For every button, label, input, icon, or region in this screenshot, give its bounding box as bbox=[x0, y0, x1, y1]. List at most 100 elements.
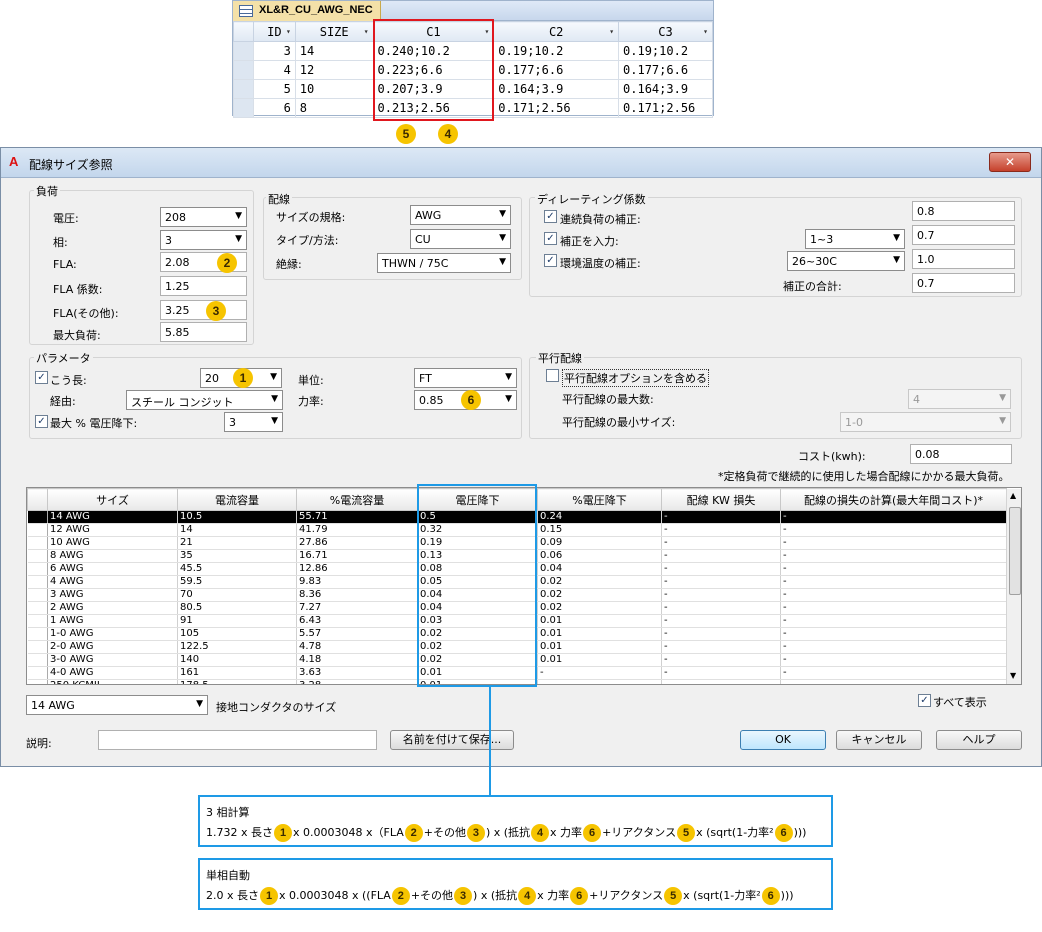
total-correction-field[interactable]: 0.7 bbox=[912, 273, 1015, 293]
chevron-down-icon[interactable]: ▾ bbox=[364, 27, 369, 36]
cell-ampacity[interactable]: 161 bbox=[177, 666, 297, 680]
scroll-thumb[interactable] bbox=[1009, 507, 1021, 595]
cell-loss-cost[interactable]: - bbox=[780, 640, 1007, 654]
cell-kw-loss[interactable]: - bbox=[661, 601, 781, 615]
route-select[interactable]: スチール コンジット ▼ bbox=[126, 390, 283, 410]
cell-kw-loss[interactable]: - bbox=[661, 640, 781, 654]
cell-c3[interactable]: 0.177;6.6 bbox=[618, 60, 713, 80]
cell-pct-vdrop[interactable]: 0.02 bbox=[537, 601, 662, 615]
cell-loss-cost[interactable]: - bbox=[780, 510, 1007, 524]
cell-c2[interactable]: 0.19;10.2 bbox=[493, 41, 620, 61]
grid-header-ampacity[interactable]: 電流容量 bbox=[177, 488, 297, 511]
cell-pct-vdrop[interactable]: - bbox=[537, 666, 662, 680]
cell-loss-cost[interactable]: - bbox=[780, 575, 1007, 589]
column-header-c3[interactable]: C3 ▾ bbox=[618, 21, 713, 42]
unit-select[interactable]: FT ▼ bbox=[414, 368, 517, 388]
cell-c3[interactable]: 0.164;3.9 bbox=[618, 79, 713, 99]
cell-pct-ampacity[interactable]: 8.36 bbox=[296, 588, 418, 602]
row-selector[interactable] bbox=[233, 60, 254, 80]
grid-header-pct-vdrop[interactable]: %電圧降下 bbox=[537, 488, 662, 511]
cell-kw-loss[interactable]: - bbox=[661, 536, 781, 550]
cancel-button[interactable]: キャンセル bbox=[836, 730, 922, 750]
chevron-down-icon[interactable]: ▾ bbox=[609, 27, 614, 36]
cell-pct-ampacity[interactable]: 4.78 bbox=[296, 640, 418, 654]
save-as-button[interactable]: 名前を付けて保存... bbox=[390, 730, 514, 750]
row-header[interactable] bbox=[27, 523, 48, 537]
ground-size-select[interactable]: 14 AWG ▼ bbox=[26, 695, 208, 715]
cell-pct-vdrop[interactable]: 0.01 bbox=[537, 614, 662, 628]
row-header[interactable] bbox=[27, 510, 48, 524]
help-button[interactable]: ヘルプ bbox=[936, 730, 1022, 750]
description-field[interactable] bbox=[98, 730, 377, 750]
cell-id[interactable]: 4 bbox=[252, 60, 296, 80]
cell-kw-loss[interactable] bbox=[661, 679, 781, 684]
cell-size[interactable]: 2 AWG bbox=[47, 601, 178, 615]
cell-kw-loss[interactable]: - bbox=[661, 653, 781, 667]
cell-size[interactable]: 4-0 AWG bbox=[47, 666, 178, 680]
cell-loss-cost[interactable]: - bbox=[780, 549, 1007, 563]
cell-pct-ampacity[interactable]: 3.63 bbox=[296, 666, 418, 680]
cell-size[interactable]: 8 AWG bbox=[47, 549, 178, 563]
cell-size[interactable]: 3 AWG bbox=[47, 588, 178, 602]
ok-button[interactable]: OK bbox=[740, 730, 826, 750]
cell-kw-loss[interactable]: - bbox=[661, 523, 781, 537]
cell-ampacity[interactable]: 21 bbox=[177, 536, 297, 550]
cell-ampacity[interactable]: 45.5 bbox=[177, 562, 297, 576]
grid-corner[interactable] bbox=[27, 488, 48, 511]
cell-size[interactable]: 8 bbox=[294, 98, 374, 118]
cell-size[interactable]: 10 bbox=[294, 79, 374, 99]
cell-ampacity[interactable]: 178.5 bbox=[177, 679, 297, 684]
grid-header-loss-cost[interactable]: 配線の損失の計算(最大年間コスト)* bbox=[780, 488, 1007, 511]
cell-loss-cost[interactable]: - bbox=[780, 614, 1007, 628]
grid-scrollbar[interactable]: ▲ ▼ bbox=[1006, 489, 1021, 684]
cell-loss-cost[interactable]: - bbox=[780, 523, 1007, 537]
cell-ampacity[interactable]: 70 bbox=[177, 588, 297, 602]
cell-pct-ampacity[interactable]: 12.86 bbox=[296, 562, 418, 576]
grid-header-pct-ampacity[interactable]: %電流容量 bbox=[296, 488, 418, 511]
cell-pct-vdrop[interactable]: 0.24 bbox=[537, 510, 662, 524]
cell-kw-loss[interactable]: - bbox=[661, 614, 781, 628]
cell-ampacity[interactable]: 14 bbox=[177, 523, 297, 537]
cell-pct-vdrop[interactable]: 0.04 bbox=[537, 562, 662, 576]
row-header[interactable] bbox=[27, 549, 48, 563]
cell-c2[interactable]: 0.177;6.6 bbox=[493, 60, 620, 80]
cell-loss-cost[interactable]: - bbox=[780, 601, 1007, 615]
insulation-select[interactable]: THWN / 75C ▼ bbox=[377, 253, 511, 273]
scroll-down-icon[interactable]: ▼ bbox=[1010, 671, 1016, 680]
cell-kw-loss[interactable]: - bbox=[661, 562, 781, 576]
cell-ampacity[interactable]: 91 bbox=[177, 614, 297, 628]
cell-ampacity[interactable]: 140 bbox=[177, 653, 297, 667]
cell-ampacity[interactable]: 35 bbox=[177, 549, 297, 563]
phase-select[interactable]: 3 ▼ bbox=[160, 230, 247, 250]
parallel-max-select[interactable]: 4 ▼ bbox=[908, 389, 1011, 409]
cell-pct-vdrop[interactable]: 0.09 bbox=[537, 536, 662, 550]
vdrop-checkbox[interactable]: ✓ bbox=[35, 415, 48, 428]
cell-c2[interactable]: 0.171;2.56 bbox=[493, 98, 620, 118]
row-header[interactable] bbox=[27, 627, 48, 641]
cell-loss-cost[interactable]: - bbox=[780, 536, 1007, 550]
grid-header-size[interactable]: サイズ bbox=[47, 488, 178, 511]
cell-pct-vdrop[interactable]: 0.01 bbox=[537, 640, 662, 654]
cell-pct-ampacity[interactable]: 5.57 bbox=[296, 627, 418, 641]
length-checkbox[interactable]: ✓ bbox=[35, 371, 48, 384]
cell-ampacity[interactable]: 80.5 bbox=[177, 601, 297, 615]
cell-pct-vdrop[interactable]: 0.02 bbox=[537, 588, 662, 602]
cell-pct-ampacity[interactable]: 7.27 bbox=[296, 601, 418, 615]
scroll-up-icon[interactable]: ▲ bbox=[1010, 491, 1016, 500]
cell-kw-loss[interactable]: - bbox=[661, 588, 781, 602]
row-selector[interactable] bbox=[233, 98, 254, 118]
column-header-size[interactable]: SIZE ▾ bbox=[294, 21, 374, 42]
ambient-checkbox[interactable]: ✓ bbox=[544, 254, 557, 267]
cell-loss-cost[interactable]: - bbox=[780, 627, 1007, 641]
max-load-field[interactable]: 5.85 bbox=[160, 322, 247, 342]
cell-size[interactable]: 12 AWG bbox=[47, 523, 178, 537]
cell-size[interactable]: 12 bbox=[294, 60, 374, 80]
fla-factor-field[interactable]: 1.25 bbox=[160, 276, 247, 296]
cell-pct-vdrop[interactable]: 0.02 bbox=[537, 575, 662, 589]
cell-kw-loss[interactable]: - bbox=[661, 549, 781, 563]
cell-ampacity[interactable]: 10.5 bbox=[177, 510, 297, 524]
cell-ampacity[interactable]: 59.5 bbox=[177, 575, 297, 589]
cell-pct-ampacity[interactable]: 27.86 bbox=[296, 536, 418, 550]
cell-pct-ampacity[interactable]: 3.28 bbox=[296, 679, 418, 684]
cell-size[interactable]: 250 KCMIL bbox=[47, 679, 178, 684]
